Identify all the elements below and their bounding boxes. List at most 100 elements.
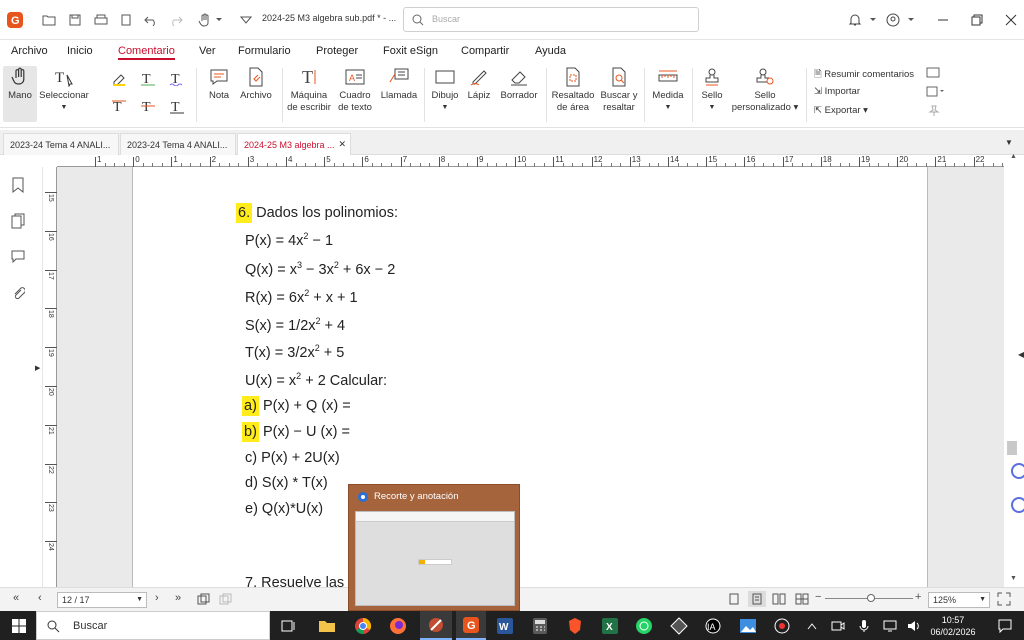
chevron-down-icon[interactable]	[864, 11, 882, 29]
import-button[interactable]: ⇲ Importar	[814, 86, 860, 97]
document-icon[interactable]	[117, 11, 135, 29]
photos-icon[interactable]	[737, 615, 759, 637]
microphone-icon[interactable]	[856, 615, 872, 637]
single-page-view-icon[interactable]	[728, 593, 740, 605]
scroll-up-icon[interactable]: ▲	[1010, 153, 1017, 160]
tray-chevron-up-icon[interactable]	[805, 615, 819, 637]
menu-ver[interactable]: Ver	[199, 45, 216, 57]
system-clock[interactable]: 10:57 06/02/2026	[928, 614, 978, 638]
collapse-right-panel-icon[interactable]: ◀	[1018, 350, 1024, 359]
previous-page-icon[interactable]: ‹	[38, 592, 42, 604]
task-view-icon[interactable]	[278, 615, 300, 637]
close-tab-icon[interactable]: ✕	[338, 139, 346, 150]
stamp-button[interactable]: Sello ▼	[696, 66, 728, 114]
comment-panel-icon[interactable]	[926, 67, 940, 79]
firefox-icon[interactable]	[387, 615, 409, 637]
dropdown-triangle-icon[interactable]	[237, 11, 255, 29]
bell-icon[interactable]	[846, 11, 864, 29]
strikeout-text-icon[interactable]: T	[140, 98, 156, 114]
snipping-tool-taskbar-icon[interactable]	[420, 611, 452, 640]
window-thumbnail[interactable]	[355, 511, 515, 606]
network-icon[interactable]	[882, 615, 898, 637]
chrome-icon[interactable]	[352, 615, 374, 637]
tab-document-1[interactable]: 2023-24 Tema 4 ANALI...	[3, 133, 119, 155]
squiggly-text-icon[interactable]: T	[169, 70, 185, 86]
hand-button[interactable]: Mano	[3, 66, 37, 122]
menu-ayuda[interactable]: Ayuda	[535, 45, 566, 57]
search-input[interactable]: Buscar	[403, 7, 699, 32]
undo-icon[interactable]	[142, 11, 160, 29]
select-button[interactable]: T Seleccionar ▼	[38, 66, 90, 114]
document-viewport[interactable]: 6. Dados los polinomios: P(x) = 4x2 − 1 …	[57, 167, 1004, 587]
pin-icon[interactable]	[928, 105, 940, 117]
menu-comentario[interactable]: Comentario	[118, 45, 175, 60]
word-icon[interactable]: W	[494, 615, 516, 637]
whatsapp-icon[interactable]	[633, 615, 655, 637]
vertical-scrollbar[interactable]: ▲ ▼ ◀	[1004, 153, 1024, 587]
menu-archivo[interactable]: Archivo	[11, 45, 48, 57]
copy-page-icon[interactable]	[197, 593, 211, 605]
note-button[interactable]: Nota	[203, 66, 235, 102]
chevron-down-icon[interactable]	[210, 11, 228, 29]
geogebra-icon[interactable]: IA	[702, 615, 724, 637]
foxit-logo-icon[interactable]: G	[6, 11, 24, 29]
meet-icon[interactable]	[830, 615, 846, 637]
search-highlight-button[interactable]: Buscar y resaltar	[598, 66, 640, 114]
scroll-thumb[interactable]	[1007, 441, 1017, 455]
facing-view-icon[interactable]	[772, 593, 786, 605]
callout-button[interactable]: Llamada	[378, 66, 420, 102]
menu-inicio[interactable]: Inicio	[67, 45, 93, 57]
underline-text-icon[interactable]: T	[140, 70, 156, 86]
area-highlight-button[interactable]: Resaltado de área	[550, 66, 596, 114]
excel-icon[interactable]: X	[599, 615, 621, 637]
custom-stamp-button[interactable]: Sello personalizado ▾	[730, 66, 800, 114]
drawing-button[interactable]: Dibujo ▼	[428, 66, 462, 114]
minimize-icon[interactable]	[934, 11, 952, 29]
close-icon[interactable]	[1002, 11, 1020, 29]
zoom-slider-thumb[interactable]	[867, 594, 875, 602]
ai-assistant-icon[interactable]	[1011, 463, 1024, 479]
continuous-facing-view-icon[interactable]	[795, 593, 809, 605]
continuous-view-icon[interactable]	[748, 591, 766, 607]
comments-icon[interactable]	[10, 249, 26, 263]
first-page-icon[interactable]: «	[13, 592, 19, 604]
ai-chat-icon[interactable]	[1011, 497, 1024, 513]
fullscreen-icon[interactable]	[997, 592, 1011, 606]
expand-panel-icon[interactable]: ▶	[35, 364, 40, 372]
redo-icon[interactable]	[167, 11, 185, 29]
export-button[interactable]: ⇱ Exportar ▾	[814, 105, 868, 116]
file-button[interactable]: Archivo	[237, 66, 275, 102]
notification-center-icon[interactable]	[994, 615, 1016, 637]
summarize-comments-button[interactable]: 🗎 Resumir comentarios	[814, 67, 914, 83]
eraser-button[interactable]: Borrador	[498, 66, 540, 102]
brave-icon[interactable]	[564, 615, 586, 637]
attachment-icon[interactable]	[11, 285, 25, 301]
add-comment-icon[interactable]	[926, 86, 944, 98]
zoom-level-select[interactable]: 125% ▼	[928, 592, 990, 608]
menu-formulario[interactable]: Formulario	[238, 45, 291, 57]
next-page-icon[interactable]: ›	[155, 592, 159, 604]
tab-document-2[interactable]: 2023-24 Tema 4 ANALI...	[120, 133, 236, 155]
menu-proteger[interactable]: Proteger	[316, 45, 358, 57]
paste-page-icon[interactable]	[219, 593, 233, 605]
zoom-in-icon[interactable]: +	[915, 591, 921, 603]
pencil-button[interactable]: Lápiz	[464, 66, 494, 102]
typewriter-button[interactable]: T Máquina de escribir	[286, 66, 332, 114]
pdf-page[interactable]: 6. Dados los polinomios: P(x) = 4x2 − 1 …	[132, 167, 928, 587]
volume-icon[interactable]	[906, 615, 922, 637]
measure-button[interactable]: Medida ▼	[648, 66, 688, 114]
taskbar-search-input[interactable]: Buscar	[36, 611, 270, 640]
recorder-icon[interactable]	[771, 615, 793, 637]
print-icon[interactable]	[92, 11, 110, 29]
account-icon[interactable]	[884, 11, 902, 29]
windows-start-icon[interactable]	[8, 615, 30, 637]
save-icon[interactable]	[66, 11, 84, 29]
scroll-down-icon[interactable]: ▼	[1010, 575, 1017, 582]
menu-foxit-esign[interactable]: Foxit eSign	[383, 45, 438, 57]
last-page-icon[interactable]: »	[175, 592, 181, 604]
pages-icon[interactable]	[11, 213, 25, 229]
app-icon[interactable]	[668, 615, 690, 637]
foxit-taskbar-icon[interactable]: G	[456, 611, 486, 640]
open-folder-icon[interactable]	[40, 11, 58, 29]
bookmark-icon[interactable]	[11, 177, 25, 193]
